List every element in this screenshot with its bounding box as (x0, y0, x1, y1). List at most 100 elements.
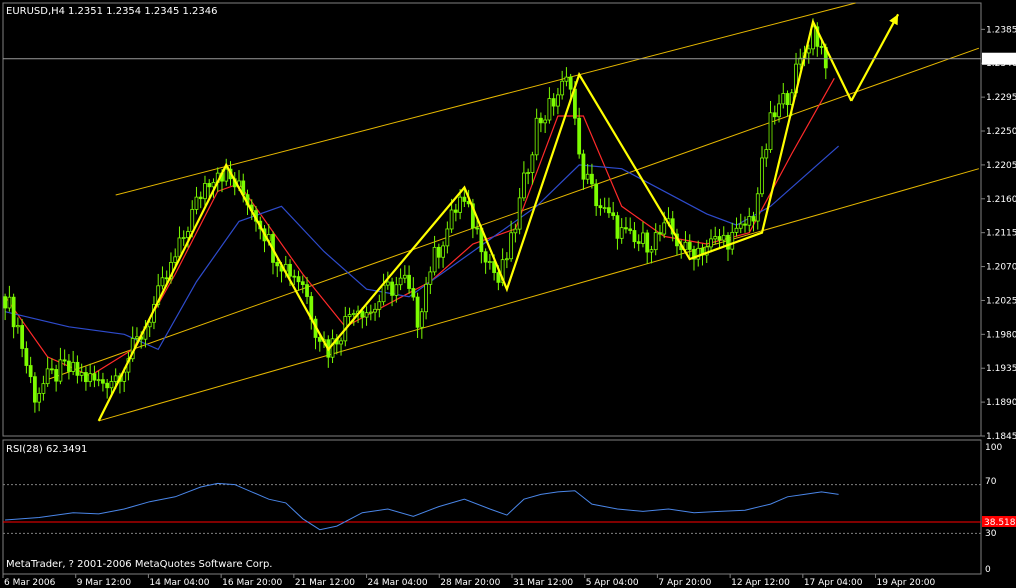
time-tick-label: 5 Apr 04:00 (586, 578, 639, 588)
price-tick-label: 1.2025 (986, 296, 1016, 306)
rsi-current-badge: 38.5188 (984, 518, 1016, 528)
candle-body (577, 117, 582, 155)
candle-body (819, 45, 824, 48)
price-tick-label: 1.2385 (986, 25, 1016, 35)
candle-body (88, 373, 93, 383)
candle-body (45, 368, 50, 385)
rsi-level-0: 0 (985, 565, 991, 575)
candle-body (160, 277, 165, 287)
candle-body (568, 76, 573, 90)
candle-body (364, 312, 369, 318)
candle-body (632, 230, 637, 243)
time-tick-label: 9 Mar 12:00 (77, 578, 132, 588)
candle-body (696, 247, 701, 260)
candle-body (24, 348, 29, 366)
candle-body (611, 212, 616, 217)
candle-body (419, 311, 424, 328)
candle-body (109, 381, 114, 389)
candle-body (734, 227, 739, 233)
rsi-line (5, 482, 839, 531)
candle-body (530, 154, 535, 173)
time-tick-label: 28 Mar 20:00 (440, 578, 500, 588)
candle-body (300, 281, 305, 286)
candle-body (296, 276, 301, 283)
candle-body (92, 373, 97, 381)
candle-body (624, 227, 628, 230)
candlesticks (3, 18, 828, 413)
price-tick-label: 1.2250 (986, 127, 1016, 137)
candle-body (726, 234, 730, 250)
candle-body (398, 277, 403, 286)
candle-body (50, 368, 54, 371)
candle-body (33, 376, 37, 403)
zigzag-line (97, 18, 853, 422)
candle-body (288, 263, 292, 277)
candle-body (198, 196, 203, 200)
candle-body (522, 172, 526, 199)
candle-body (556, 94, 560, 107)
candle-body (628, 228, 633, 231)
candle-body (177, 237, 182, 258)
candle-body (390, 281, 394, 296)
rsi-panel-frame (2, 439, 982, 575)
rsi-level-30: 30 (985, 529, 997, 539)
candle-body (598, 205, 603, 209)
candle-body (28, 365, 33, 378)
candle-body (539, 117, 543, 124)
candle-body (54, 369, 59, 382)
candle-body (207, 183, 212, 188)
candle-body (687, 241, 692, 250)
candle-body (755, 193, 760, 222)
candle-body (483, 251, 488, 263)
candle-body (806, 48, 811, 54)
candle-body (615, 215, 620, 239)
time-tick-label: 24 Mar 04:00 (368, 578, 428, 588)
candle-body (768, 112, 773, 150)
channel-line-middle (47, 47, 980, 380)
candle-body (113, 375, 118, 382)
candle-body (62, 359, 67, 362)
candle-body (453, 209, 458, 213)
candle-body (462, 196, 467, 202)
candle-body (41, 383, 46, 394)
candle-body (347, 314, 352, 317)
candle-body (781, 93, 786, 105)
candle-body (764, 149, 769, 159)
candle-body (11, 296, 16, 328)
candle-body (305, 284, 309, 297)
candle-body (445, 228, 450, 247)
candle-body (636, 241, 641, 244)
candle-body (224, 168, 229, 182)
candle-body (20, 325, 25, 349)
candle-body (351, 313, 356, 315)
candle-body (645, 232, 650, 253)
candle-body (713, 236, 718, 240)
candle-body (449, 209, 454, 230)
candle-body (441, 245, 445, 258)
rsi-level-70: 70 (985, 477, 997, 487)
candle-body (509, 232, 514, 260)
candle-body (658, 232, 662, 235)
price-tick-label: 1.1935 (986, 364, 1016, 374)
candle-body (385, 281, 390, 286)
candle-body (641, 232, 645, 244)
candle-body (504, 258, 509, 261)
rsi-label: RSI(28) 62.3491 (6, 444, 87, 455)
candle-body (564, 76, 569, 82)
time-axis: 6 Mar 2006 9 Mar 12:00 14 Mar 04:00 16 Mar … (2, 574, 936, 588)
candle-body (743, 223, 747, 226)
projection-arrow-line (850, 13, 900, 102)
candle-body (594, 183, 599, 207)
candle-body (381, 284, 386, 303)
candle-body (513, 228, 518, 234)
candle-body (717, 236, 722, 241)
channel-lines (47, 2, 980, 422)
price-tick-label: 1.1890 (986, 398, 1016, 408)
candle-body (747, 216, 752, 226)
candle-body (547, 98, 552, 121)
candle-body (619, 227, 624, 239)
time-tick-label: 7 Apr 20:00 (658, 578, 711, 588)
candle-body (84, 372, 88, 383)
candle-body (190, 209, 195, 232)
candle-body (534, 117, 539, 156)
